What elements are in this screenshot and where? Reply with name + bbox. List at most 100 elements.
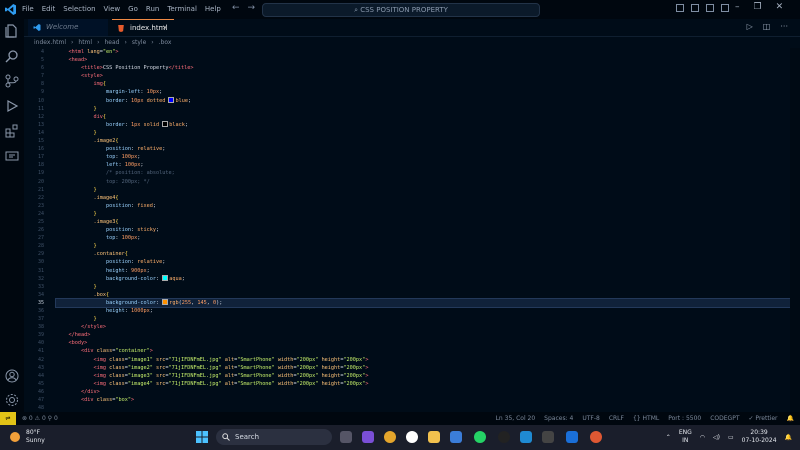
code-line[interactable]: top: 100px;: [56, 153, 800, 161]
code-line[interactable]: </div>: [56, 388, 800, 396]
vscode-taskbar-icon[interactable]: [520, 431, 532, 443]
code-line[interactable]: }: [56, 315, 800, 323]
app-icon[interactable]: [542, 431, 554, 443]
problems-indicator[interactable]: ⊗ 0 ⚠ 0 ⚲ 0: [22, 412, 58, 425]
close-window-icon[interactable]: ✕: [776, 2, 784, 12]
code-line[interactable]: .image3{: [56, 218, 800, 226]
code-line[interactable]: }: [56, 129, 800, 137]
code-line[interactable]: </style>: [56, 323, 800, 331]
notifications-icon[interactable]: 🔔: [787, 412, 794, 425]
code-line[interactable]: <img class="image4" src="71jIFDNFmEL.jpg…: [56, 380, 800, 388]
code-line[interactable]: <img class="image3" src="71jIFDNFmEL.jpg…: [56, 372, 800, 380]
language-mode[interactable]: {} HTML: [633, 412, 659, 425]
back-arrow-icon[interactable]: ←: [232, 3, 240, 13]
tab-index-html[interactable]: index.html ✕: [112, 19, 174, 36]
code-line[interactable]: border: 1px solid black;: [56, 121, 800, 129]
volume-icon[interactable]: ◁): [713, 434, 720, 441]
cursor-position[interactable]: Ln 35, Col 20: [496, 412, 536, 425]
chrome-canary-icon[interactable]: [590, 431, 602, 443]
code-line[interactable]: top: 200px; */: [56, 178, 800, 186]
code-line[interactable]: <img class="image1" src="71jIFDNFmEL.jpg…: [56, 356, 800, 364]
menu-item-edit[interactable]: Edit: [42, 5, 56, 13]
account-icon[interactable]: [5, 369, 19, 383]
breadcrumb-item[interactable]: html: [78, 39, 92, 46]
code-line[interactable]: height: 1000px;: [56, 307, 800, 315]
breadcrumb-item[interactable]: .box: [159, 39, 172, 46]
indentation[interactable]: Spaces: 4: [544, 412, 573, 425]
code-line[interactable]: .container{: [56, 250, 800, 258]
clock[interactable]: 20:39 07-10-2024: [742, 429, 777, 445]
customize-layout-icon[interactable]: [721, 4, 729, 12]
code-line[interactable]: .box{: [56, 291, 800, 299]
toggle-panel-icon[interactable]: [691, 4, 699, 12]
breadcrumb-item[interactable]: style: [132, 39, 146, 46]
code-line[interactable]: div{: [56, 113, 800, 121]
github-icon[interactable]: [498, 431, 510, 443]
codegpt-icon[interactable]: [5, 149, 19, 163]
code-line[interactable]: position: relative;: [56, 145, 800, 153]
maximize-icon[interactable]: ❐: [754, 2, 762, 12]
codegpt-status[interactable]: CODEGPT: [710, 412, 739, 425]
minimize-icon[interactable]: –: [735, 2, 740, 12]
forward-arrow-icon[interactable]: →: [248, 3, 256, 13]
windows-start-icon[interactable]: [196, 431, 208, 443]
prettier-status[interactable]: ✓ Prettier: [749, 412, 778, 425]
close-tab-icon[interactable]: ✕: [162, 20, 168, 37]
taskbar-search[interactable]: Search: [216, 429, 332, 445]
menu-item-view[interactable]: View: [104, 5, 121, 13]
input-language[interactable]: ENG IN: [679, 429, 692, 445]
source-control-icon[interactable]: [5, 74, 19, 88]
code-line[interactable]: position: fixed;: [56, 202, 800, 210]
chevron-up-icon[interactable]: ⌃: [666, 434, 671, 441]
code-line[interactable]: }: [56, 210, 800, 218]
code-line[interactable]: top: 100px;: [56, 234, 800, 242]
split-editor-icon[interactable]: ◫: [763, 22, 771, 31]
code-line[interactable]: <div class="container">: [56, 347, 800, 355]
run-debug-icon[interactable]: [5, 99, 19, 113]
code-line[interactable]: }: [56, 283, 800, 291]
file-explorer-icon[interactable]: [428, 431, 440, 443]
code-line[interactable]: .image4{: [56, 194, 800, 202]
menu-item-terminal[interactable]: Terminal: [167, 5, 197, 13]
code-line[interactable]: background-color: aqua;: [56, 275, 800, 283]
command-center-search[interactable]: ⌕ CSS POSITION PROPERTY: [262, 3, 540, 17]
toggle-secondary-sidebar-icon[interactable]: [706, 4, 714, 12]
live-server-port[interactable]: Port : 5500: [668, 412, 701, 425]
code-line[interactable]: left: 100px;: [56, 161, 800, 169]
code-line[interactable]: /* position: absolute;: [56, 169, 800, 177]
run-file-icon[interactable]: ▷: [747, 22, 753, 31]
task-view-icon[interactable]: [340, 431, 352, 443]
code-line[interactable]: }: [56, 105, 800, 113]
notification-bell-icon[interactable]: 🔔: [785, 434, 792, 441]
menu-item-run[interactable]: Run: [146, 5, 159, 13]
encoding[interactable]: UTF-8: [582, 412, 600, 425]
code-area[interactable]: <html lang="en"> <head> <title>CSS Posit…: [55, 48, 800, 428]
intellij-icon[interactable]: [566, 431, 578, 443]
settings-gear-icon[interactable]: [5, 393, 19, 407]
code-line[interactable]: <div class="box">: [56, 396, 800, 404]
tab-welcome[interactable]: Welcome: [28, 19, 108, 36]
remote-indicator-icon[interactable]: ⇌: [0, 412, 16, 425]
menu-item-help[interactable]: Help: [205, 5, 221, 13]
code-line[interactable]: <img class="image2" src="71jIFDNFmEL.jpg…: [56, 364, 800, 372]
copilot-icon[interactable]: [362, 431, 374, 443]
settings-app-icon[interactable]: [450, 431, 462, 443]
code-line[interactable]: </head>: [56, 331, 800, 339]
breadcrumb-item[interactable]: head: [104, 39, 119, 46]
code-line[interactable]: .image2{: [56, 137, 800, 145]
search-icon[interactable]: [5, 49, 19, 63]
code-line[interactable]: border: 10px dotted blue;: [56, 97, 800, 105]
code-line[interactable]: [56, 404, 800, 412]
code-line[interactable]: margin-left: 10px;: [56, 88, 800, 96]
explorer-icon[interactable]: [5, 24, 19, 38]
menu-item-file[interactable]: File: [22, 5, 34, 13]
battery-icon[interactable]: ▭: [728, 434, 734, 441]
code-line[interactable]: background-color: rgb(255, 145, 0);: [55, 297, 800, 309]
code-line[interactable]: }: [56, 186, 800, 194]
code-line[interactable]: }: [56, 242, 800, 250]
code-line[interactable]: img{: [56, 80, 800, 88]
wifi-icon[interactable]: ◠: [700, 434, 705, 441]
code-line[interactable]: height: 900px;: [56, 267, 800, 275]
menu-item-go[interactable]: Go: [128, 5, 138, 13]
code-line[interactable]: position: sticky;: [56, 226, 800, 234]
